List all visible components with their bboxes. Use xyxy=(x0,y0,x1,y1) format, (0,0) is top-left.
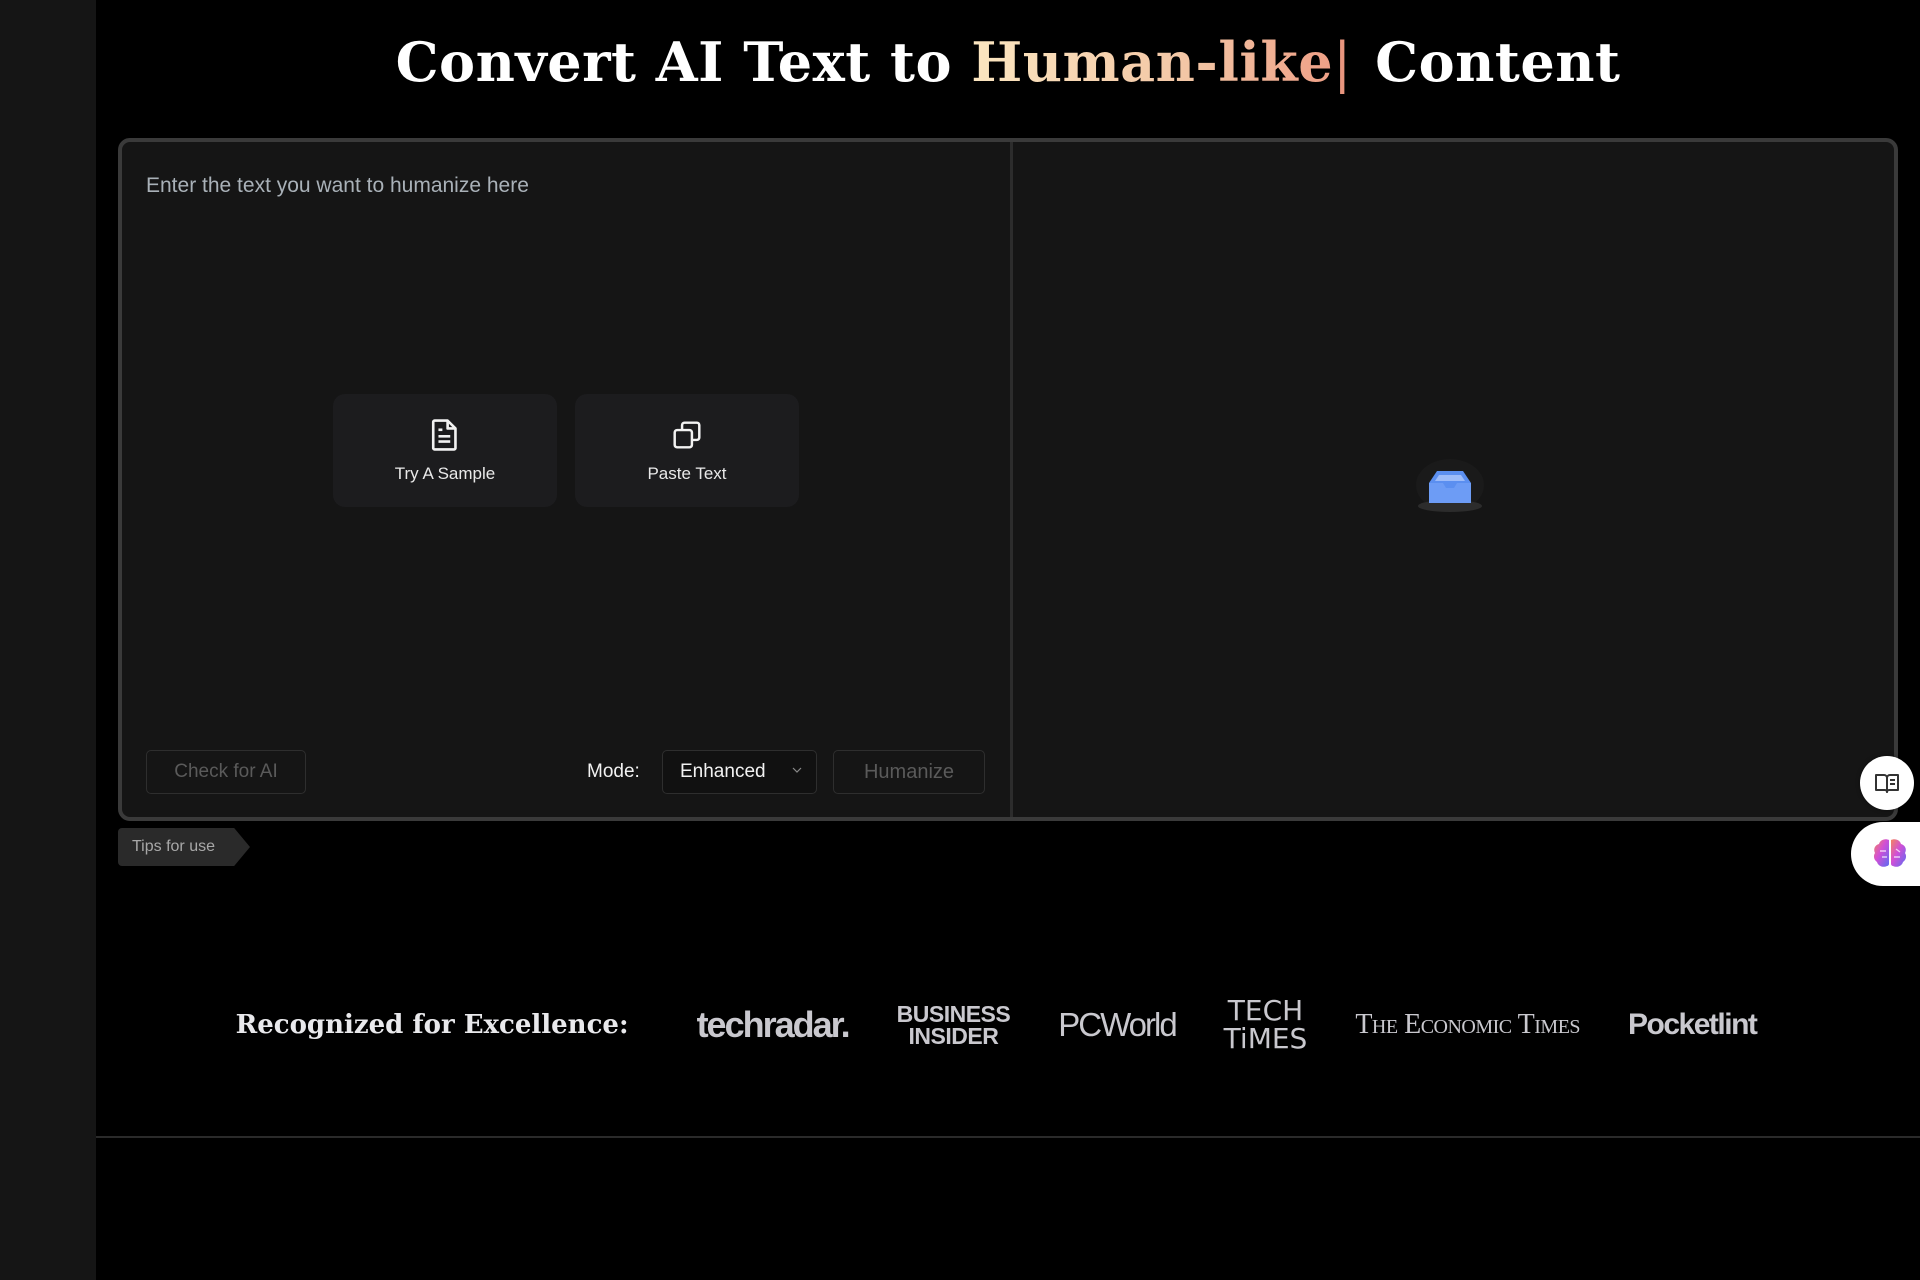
humanize-button[interactable]: Humanize xyxy=(833,750,985,794)
guide-button[interactable] xyxy=(1860,756,1914,810)
book-icon xyxy=(1875,774,1899,793)
copy-icon xyxy=(673,420,701,449)
mode-label: Mode: xyxy=(587,761,640,782)
humanizer-panel: Enter the text you want to humanize here… xyxy=(118,138,1898,821)
ai-assistant-button[interactable] xyxy=(1851,822,1920,886)
typing-caret: | xyxy=(1333,31,1352,94)
logo-tt-line2: TiMES xyxy=(1223,1022,1308,1055)
editor-toolbar: Check for AI Mode: Enhanced Humanize xyxy=(122,750,1010,795)
logo-economic-times: The Economic Times xyxy=(1355,1009,1581,1040)
logo-pocketlint: Pocketlint xyxy=(1628,1008,1758,1041)
page-title: Convert AI Text to Human-like| Content xyxy=(96,30,1920,94)
logo-pcworld: PCWorld xyxy=(1058,1006,1177,1043)
logo-tt-line1: TECH xyxy=(1227,994,1304,1027)
try-sample-label: Try A Sample xyxy=(394,463,496,483)
mode-selected-value: Enhanced xyxy=(680,761,766,782)
panel-divider xyxy=(1010,142,1013,817)
chevron-down-icon xyxy=(792,767,802,773)
mode-select[interactable]: Enhanced xyxy=(662,750,817,794)
recognition-label: Recognized for Excellence: xyxy=(235,1010,629,1040)
paste-text-label: Paste Text xyxy=(647,463,727,483)
brain-icon xyxy=(1873,839,1907,867)
recognition-bar: Recognized for Excellence: techradar. BU… xyxy=(96,990,1920,1060)
text-input[interactable]: Enter the text you want to humanize here xyxy=(146,174,529,198)
left-sidebar xyxy=(0,0,96,1280)
inbox-icon xyxy=(1416,459,1484,512)
title-highlight: Human-like xyxy=(971,30,1334,94)
paste-text-button[interactable]: Paste Text xyxy=(575,394,799,507)
document-icon xyxy=(431,418,457,451)
logo-techradar: techradar. xyxy=(696,1004,851,1045)
title-suffix: Content xyxy=(1355,30,1621,94)
check-for-ai-button[interactable]: Check for AI xyxy=(146,750,306,794)
logo-bi-line2: INSIDER xyxy=(908,1023,999,1049)
tips-for-use-button[interactable]: Tips for use xyxy=(118,828,250,866)
section-divider xyxy=(96,1136,1920,1138)
logo-business-insider: BUSINESS INSIDER xyxy=(896,1001,1011,1049)
try-sample-button[interactable]: Try A Sample xyxy=(333,394,557,507)
logo-techtimes: TECH TiMES xyxy=(1224,997,1308,1053)
title-prefix: Convert AI Text to xyxy=(395,30,972,94)
logo-bi-line1: BUSINESS xyxy=(896,1001,1011,1027)
